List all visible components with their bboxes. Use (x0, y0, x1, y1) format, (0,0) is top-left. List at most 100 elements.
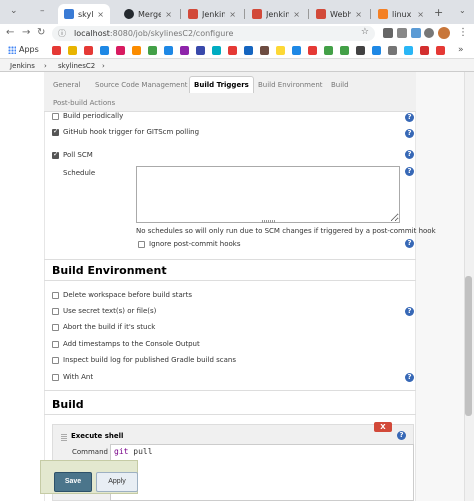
tab-search-icon[interactable]: ⌄ (459, 6, 466, 15)
more-bookmarks-icon[interactable]: » (458, 45, 464, 55)
breadcrumb-jenkins[interactable]: Jenkins (10, 62, 35, 70)
bookmark-icon[interactable] (228, 46, 237, 55)
tab-build-environment[interactable]: Build Environment (258, 81, 323, 89)
browser-tab-jenkins-2[interactable]: Jenkins × (246, 4, 306, 24)
command-editor[interactable] (110, 444, 414, 501)
close-tab-icon[interactable]: × (229, 10, 236, 19)
help-icon[interactable]: ? (397, 431, 406, 440)
bookmark-icon[interactable] (260, 46, 269, 55)
env-option-with-ant: With Ant (52, 373, 93, 381)
help-icon[interactable]: ? (405, 113, 414, 122)
apply-button[interactable]: Apply (96, 472, 138, 492)
tab-source-code-management[interactable]: Source Code Management (95, 81, 188, 89)
command-text[interactable]: git pull (114, 447, 153, 456)
close-tab-icon[interactable]: × (165, 10, 172, 19)
address-bar[interactable]: ⓘ localhost:8080/job/skylinesC2/configur… (52, 26, 375, 41)
help-icon[interactable]: ? (405, 167, 414, 176)
github-hook-checkbox[interactable] (52, 127, 59, 136)
back-icon[interactable]: ← (6, 27, 14, 38)
bookmark-icon[interactable] (356, 46, 365, 55)
abort-stuck-checkbox[interactable] (52, 323, 59, 331)
bookmark-icon[interactable] (292, 46, 301, 55)
extension-icon[interactable] (383, 28, 393, 38)
forward-icon[interactable]: → (22, 27, 30, 38)
minimize-icon[interactable]: – (40, 6, 45, 16)
trigger-build-periodically: Build periodically (52, 112, 123, 120)
bookmark-icon[interactable] (84, 46, 93, 55)
info-icon[interactable]: ⓘ (58, 28, 66, 39)
close-tab-icon[interactable]: × (293, 10, 300, 19)
ignore-post-commit-checkbox[interactable] (138, 240, 145, 248)
drag-handle-icon[interactable] (61, 433, 67, 441)
bookmark-icon[interactable] (372, 46, 381, 55)
main-content: General Source Code Management Build Tri… (0, 72, 474, 501)
extension-icon[interactable] (397, 28, 407, 38)
close-tab-icon[interactable]: × (355, 10, 362, 19)
bookmark-icon[interactable] (148, 46, 157, 55)
bookmark-icon[interactable] (116, 46, 125, 55)
build-environment-heading: Build Environment (52, 264, 167, 277)
build-periodically-checkbox[interactable] (52, 112, 59, 120)
browser-tab-linux[interactable]: linux - s × (372, 4, 430, 24)
schedule-textarea[interactable] (136, 166, 400, 223)
breadcrumb-separator-icon[interactable]: › (102, 62, 105, 70)
section-divider (44, 414, 416, 415)
gradle-scans-checkbox[interactable] (52, 356, 59, 364)
scrollbar-thumb[interactable] (465, 276, 472, 416)
bookmark-icon[interactable] (212, 46, 221, 55)
breadcrumb-job[interactable]: skylinesC2 (58, 62, 95, 70)
jenkins-favicon-icon (188, 9, 198, 19)
bookmark-icon[interactable] (276, 46, 285, 55)
bookmark-icon[interactable] (404, 46, 413, 55)
breadcrumb-separator-icon[interactable]: › (44, 62, 47, 70)
env-option-gradle-scans: Inspect build log for published Gradle b… (52, 356, 236, 364)
poll-scm-checkbox[interactable] (52, 150, 59, 159)
delete-step-button[interactable]: X (374, 422, 392, 432)
tab-post-build-actions[interactable]: Post-build Actions (53, 99, 115, 107)
save-button[interactable]: Save (54, 472, 92, 492)
help-icon[interactable]: ? (405, 373, 414, 382)
close-tab-icon[interactable]: × (97, 10, 104, 19)
bookmark-icon[interactable] (340, 46, 349, 55)
profile-avatar[interactable] (438, 27, 450, 39)
bookmark-icon[interactable] (132, 46, 141, 55)
with-ant-checkbox[interactable] (52, 373, 59, 381)
delete-workspace-checkbox[interactable] (52, 291, 59, 299)
bookmark-icon[interactable] (52, 46, 61, 55)
browser-tab-webhook[interactable]: Webho × (310, 4, 368, 24)
bookmark-icon[interactable] (420, 46, 429, 55)
breadcrumb: Jenkins › skylinesC2 › (0, 59, 474, 72)
tab-general[interactable]: General (53, 81, 81, 89)
extension-icon[interactable] (411, 28, 421, 38)
browser-tab-skylines[interactable]: skylinesC × (58, 4, 110, 24)
bookmark-icon[interactable] (68, 46, 77, 55)
window-menu-icon[interactable]: ⌄ (10, 6, 18, 16)
apps-bookmark[interactable]: Apps (8, 45, 39, 54)
timestamps-checkbox[interactable] (52, 340, 59, 348)
browser-tab-jenkins-1[interactable]: Jenkins × (182, 4, 242, 24)
bookmark-icon[interactable] (180, 46, 189, 55)
bookmark-icon[interactable] (100, 46, 109, 55)
help-icon[interactable]: ? (405, 239, 414, 248)
new-tab-icon[interactable]: + (434, 6, 443, 19)
tab-build[interactable]: Build (331, 81, 349, 89)
browser-menu-icon[interactable]: ⋮ (458, 27, 468, 38)
bookmark-icon[interactable] (196, 46, 205, 55)
extension-icon[interactable] (424, 28, 434, 38)
help-icon[interactable]: ? (405, 307, 414, 316)
reload-icon[interactable]: ↻ (37, 27, 45, 38)
bookmark-icon[interactable] (436, 46, 445, 55)
secret-text-checkbox[interactable] (52, 307, 59, 315)
bookmark-icon[interactable] (244, 46, 253, 55)
tab-build-triggers[interactable]: Build Triggers (189, 76, 254, 93)
bookmark-icon[interactable] (308, 46, 317, 55)
bookmark-icon[interactable] (324, 46, 333, 55)
help-icon[interactable]: ? (405, 150, 414, 159)
close-tab-icon[interactable]: × (417, 10, 424, 19)
resize-grip[interactable] (262, 220, 276, 223)
help-icon[interactable]: ? (405, 129, 414, 138)
browser-tab-merge[interactable]: Merge × (118, 4, 178, 24)
bookmark-star-icon[interactable]: ☆ (361, 27, 369, 37)
bookmark-icon[interactable] (164, 46, 173, 55)
bookmark-icon[interactable] (388, 46, 397, 55)
